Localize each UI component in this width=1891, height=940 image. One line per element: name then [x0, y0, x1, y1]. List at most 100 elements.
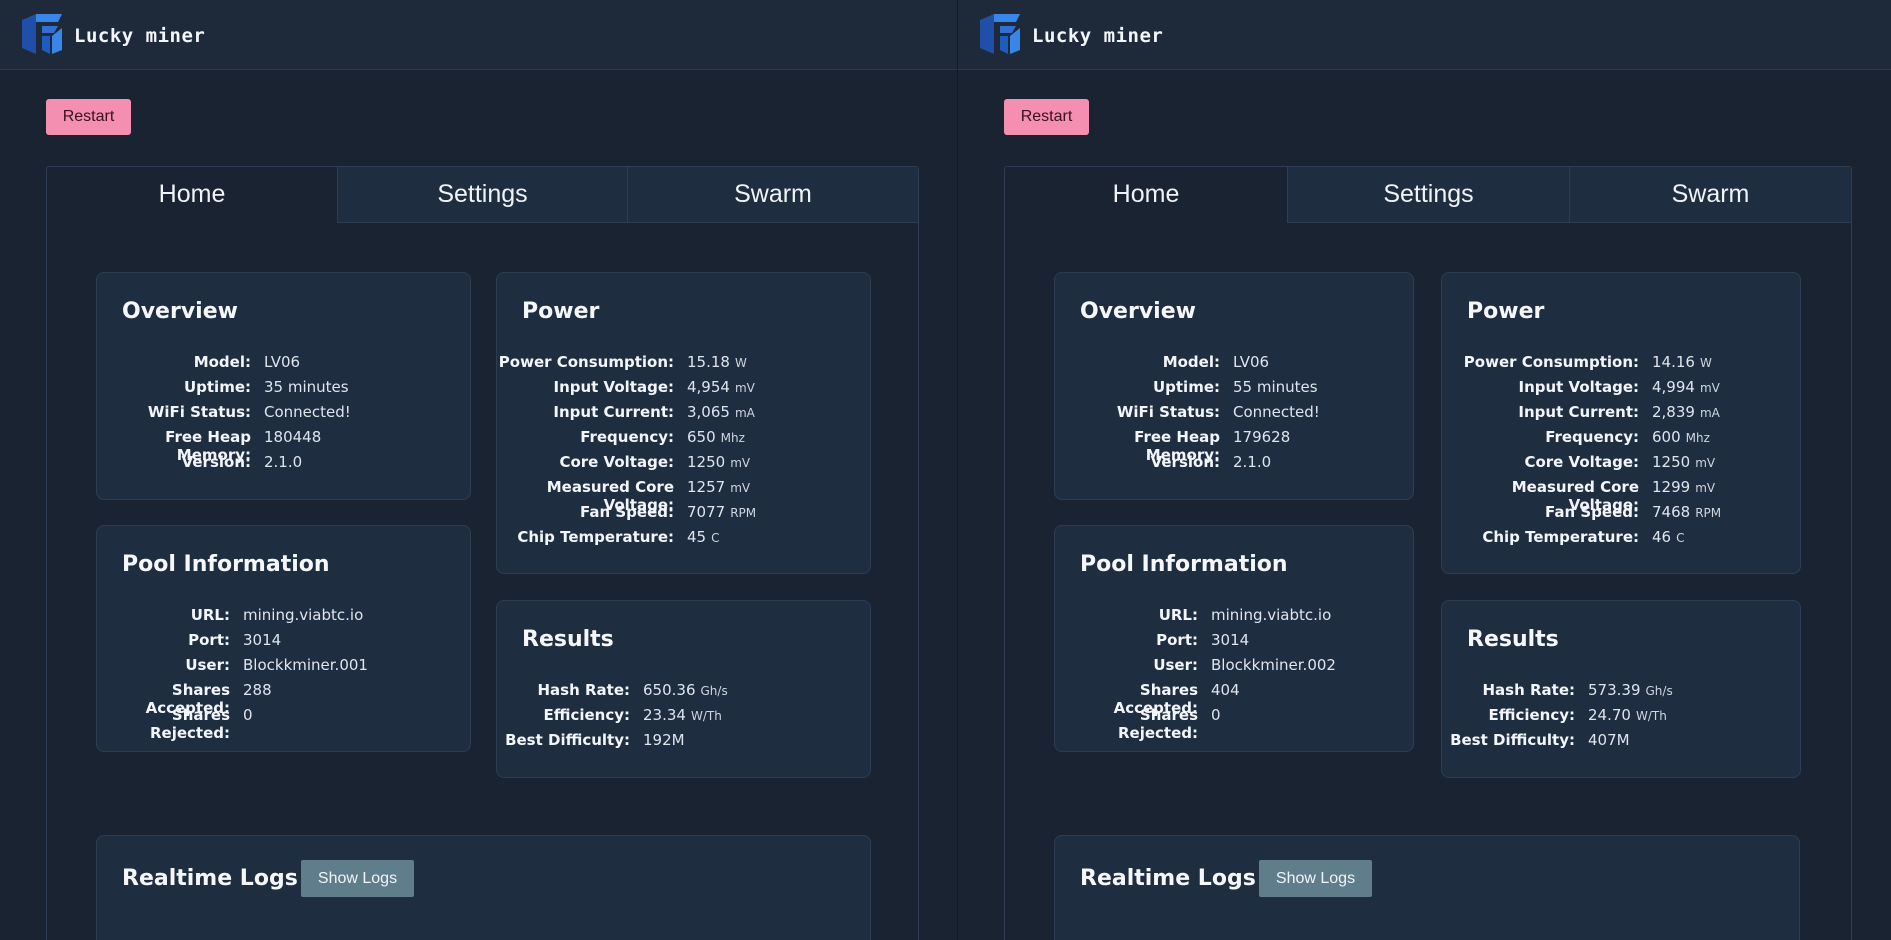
stat-unit: Gh/s: [700, 684, 728, 698]
stat-row: Power Consumption: 15.18 W: [497, 353, 870, 378]
stat-unit: mA: [734, 406, 755, 420]
results-card: Results Hash Rate: 573.39 Gh/s Efficiency: 24…: [1441, 600, 1801, 778]
stat-label: Frequency:: [1545, 428, 1639, 446]
results-card-rows: Hash Rate: 650.36 Gh/s Efficiency: 23.34 W/Th…: [497, 681, 870, 756]
brand-name: Lucky miner: [74, 25, 206, 47]
stat-label: Chip Temperature:: [1482, 528, 1639, 546]
show-logs-button[interactable]: Show Logs: [301, 860, 414, 897]
pool-information-card-rows: URL: mining.viabtc.io Port: 3014 User: Blockk…: [1055, 606, 1413, 742]
stat-value: 2.1.0: [1233, 453, 1272, 471]
stat-value: 404: [1211, 681, 1240, 699]
stat-label: Hash Rate:: [537, 681, 630, 699]
stat-row: User: Blockkminer.001: [97, 656, 470, 681]
restart-button[interactable]: Restart: [1004, 99, 1089, 135]
top-bar: Lucky miner: [0, 0, 957, 70]
pool-information-card-title: Pool Information: [122, 552, 330, 577]
stat-row: Shares Accepted: 288: [97, 681, 470, 717]
stat-label: Port:: [188, 631, 230, 649]
stat-label: Port:: [1156, 631, 1198, 649]
realtime-logs-card: Realtime Logs Show Logs: [96, 835, 871, 940]
results-card-title: Results: [1467, 627, 1559, 652]
stat-label: Model:: [193, 353, 251, 371]
stat-row: Free Heap Memory: 179628: [1055, 428, 1413, 464]
stat-value: 1250: [687, 453, 726, 471]
stat-unit: W: [1699, 356, 1712, 370]
stat-value: LV06: [264, 353, 301, 371]
stat-unit: Mhz: [1685, 431, 1710, 445]
stat-row: Shares Rejected: 0: [97, 706, 470, 742]
top-bar: Lucky miner: [958, 0, 1891, 70]
stat-value: 2.1.0: [264, 453, 303, 471]
stat-label: Uptime:: [1152, 378, 1220, 396]
overview-card: Overview Model: LV06 Uptime: 35 minutes WiFi …: [96, 272, 471, 500]
stat-label: Core Voltage:: [1524, 453, 1639, 471]
stat-label: Input Current:: [1518, 403, 1639, 421]
stat-row: Version: 2.1.0: [97, 453, 470, 478]
stat-row: Model: LV06: [1055, 353, 1413, 378]
overview-card-rows: Model: LV06 Uptime: 35 minutes WiFi Status: C…: [97, 353, 470, 478]
stat-value: 179628: [1233, 428, 1291, 446]
tab-home[interactable]: Home: [1005, 167, 1287, 223]
restart-button[interactable]: Restart: [46, 99, 131, 135]
stat-value: 46: [1652, 528, 1672, 546]
stat-row: Chip Temperature: 46 C: [1442, 528, 1800, 553]
stat-value: 4,954: [687, 378, 730, 396]
stat-value: 14.16: [1652, 353, 1695, 371]
stat-row: URL: mining.viabtc.io: [1055, 606, 1413, 631]
stat-value: 15.18: [687, 353, 730, 371]
stat-label: Best Difficulty:: [505, 731, 630, 749]
stat-label: WiFi Status:: [1116, 403, 1220, 421]
stat-label: Shares Rejected:: [1117, 706, 1198, 742]
stat-unit: mV: [1699, 381, 1720, 395]
stat-label: URL:: [1158, 606, 1198, 624]
miner-pane-1: Lucky miner Restart Home Settings Swarm Overv…: [0, 0, 957, 940]
brand-name: Lucky miner: [1032, 25, 1164, 47]
stat-row: WiFi Status: Connected!: [1055, 403, 1413, 428]
stat-row: Uptime: 35 minutes: [97, 378, 470, 403]
results-card: Results Hash Rate: 650.36 Gh/s Efficiency: 23…: [496, 600, 871, 778]
brand-logo[interactable]: Lucky miner: [18, 10, 205, 62]
stat-unit: C: [711, 531, 720, 545]
stat-row: Uptime: 55 minutes: [1055, 378, 1413, 403]
stat-label: WiFi Status:: [147, 403, 251, 421]
stat-unit: mA: [1699, 406, 1720, 420]
stat-label: Version:: [1150, 453, 1220, 471]
results-card-rows: Hash Rate: 573.39 Gh/s Efficiency: 24.70 W/Th…: [1442, 681, 1800, 756]
stat-label: Uptime:: [183, 378, 251, 396]
stat-value: 407M: [1588, 731, 1630, 749]
stat-row: Input Current: 2,839 mA: [1442, 403, 1800, 428]
stat-row: URL: mining.viabtc.io: [97, 606, 470, 631]
stat-row: User: Blockkminer.002: [1055, 656, 1413, 681]
tab-settings[interactable]: Settings: [337, 167, 627, 223]
power-card-rows: Power Consumption: 15.18 W Input Voltage: 4,…: [497, 353, 870, 553]
stat-row: Input Voltage: 4,954 mV: [497, 378, 870, 403]
stat-label: Chip Temperature:: [517, 528, 674, 546]
stat-row: Best Difficulty: 192M: [497, 731, 870, 756]
show-logs-button[interactable]: Show Logs: [1259, 860, 1372, 897]
tab-swarm[interactable]: Swarm: [627, 167, 918, 223]
stat-label: Efficiency:: [1488, 706, 1575, 724]
stat-unit: mV: [730, 456, 751, 470]
stat-label: Best Difficulty:: [1450, 731, 1575, 749]
stat-value: Blockkminer.002: [1211, 656, 1336, 674]
stat-value: mining.viabtc.io: [1211, 606, 1332, 624]
stat-unit: C: [1676, 531, 1685, 545]
stat-value: 573.39: [1588, 681, 1641, 699]
results-card-title: Results: [522, 627, 614, 652]
stat-value: 1250: [1652, 453, 1691, 471]
tab-home[interactable]: Home: [47, 167, 337, 223]
stat-unit: RPM: [730, 506, 757, 520]
stat-label: Fan Speed:: [579, 503, 674, 521]
stat-unit: W/Th: [1635, 709, 1667, 723]
stat-label: Version:: [181, 453, 251, 471]
stat-unit: mV: [1695, 456, 1716, 470]
tab-swarm[interactable]: Swarm: [1569, 167, 1851, 223]
brand-logo[interactable]: Lucky miner: [976, 10, 1163, 62]
stat-value: 0: [1211, 706, 1221, 724]
stat-row: Version: 2.1.0: [1055, 453, 1413, 478]
stat-row: Free Heap Memory: 180448: [97, 428, 470, 464]
pool-information-card: Pool Information URL: mining.viabtc.io Port…: [1054, 525, 1414, 752]
stat-value: 7077: [687, 503, 726, 521]
stat-unit: Mhz: [720, 431, 745, 445]
tab-settings[interactable]: Settings: [1287, 167, 1569, 223]
